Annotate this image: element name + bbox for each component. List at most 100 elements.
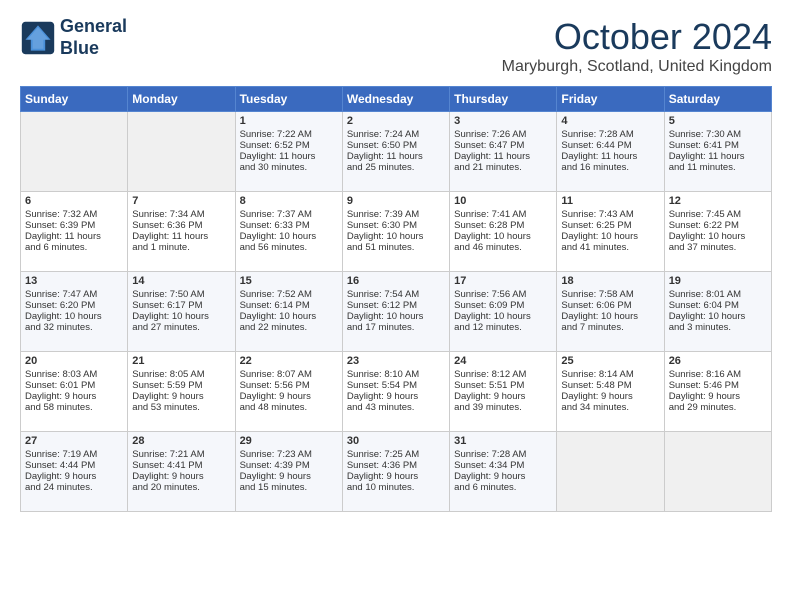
cell-info: Daylight: 9 hours bbox=[669, 391, 767, 402]
cell-info: Daylight: 11 hours bbox=[25, 231, 123, 242]
cell-info: Sunset: 4:39 PM bbox=[240, 460, 338, 471]
cell-info: Daylight: 11 hours bbox=[669, 151, 767, 162]
cell-info: Daylight: 9 hours bbox=[132, 471, 230, 482]
day-number: 9 bbox=[347, 195, 445, 207]
location: Maryburgh, Scotland, United Kingdom bbox=[502, 58, 772, 76]
cell-info: Daylight: 10 hours bbox=[240, 311, 338, 322]
cell-info: and 15 minutes. bbox=[240, 482, 338, 493]
cell-w3-d3: 23Sunrise: 8:10 AMSunset: 5:54 PMDayligh… bbox=[342, 352, 449, 432]
day-number: 15 bbox=[240, 275, 338, 287]
cell-w0-d3: 2Sunrise: 7:24 AMSunset: 6:50 PMDaylight… bbox=[342, 112, 449, 192]
cell-info: Sunrise: 7:32 AM bbox=[25, 209, 123, 220]
cell-w3-d1: 21Sunrise: 8:05 AMSunset: 5:59 PMDayligh… bbox=[128, 352, 235, 432]
cell-info: Sunset: 6:17 PM bbox=[132, 300, 230, 311]
cell-info: Sunrise: 8:01 AM bbox=[669, 289, 767, 300]
cell-w2-d4: 17Sunrise: 7:56 AMSunset: 6:09 PMDayligh… bbox=[450, 272, 557, 352]
cell-info: Daylight: 11 hours bbox=[561, 151, 659, 162]
cell-w2-d3: 16Sunrise: 7:54 AMSunset: 6:12 PMDayligh… bbox=[342, 272, 449, 352]
day-number: 22 bbox=[240, 355, 338, 367]
cell-info: Sunset: 5:56 PM bbox=[240, 380, 338, 391]
cell-info: Sunrise: 8:10 AM bbox=[347, 369, 445, 380]
cell-info: Sunset: 6:50 PM bbox=[347, 140, 445, 151]
cell-w4-d2: 29Sunrise: 7:23 AMSunset: 4:39 PMDayligh… bbox=[235, 432, 342, 512]
cell-info: Daylight: 9 hours bbox=[561, 391, 659, 402]
week-row-2: 13Sunrise: 7:47 AMSunset: 6:20 PMDayligh… bbox=[21, 272, 772, 352]
cell-info: and 6 minutes. bbox=[25, 242, 123, 253]
cell-info: Sunrise: 7:28 AM bbox=[454, 449, 552, 460]
cell-info: Sunrise: 7:37 AM bbox=[240, 209, 338, 220]
cell-info: and 29 minutes. bbox=[669, 402, 767, 413]
cell-info: Sunset: 6:09 PM bbox=[454, 300, 552, 311]
day-number: 21 bbox=[132, 355, 230, 367]
day-number: 31 bbox=[454, 435, 552, 447]
cell-info: Sunrise: 8:03 AM bbox=[25, 369, 123, 380]
cell-info: and 46 minutes. bbox=[454, 242, 552, 253]
day-number: 1 bbox=[240, 115, 338, 127]
cell-info: and 34 minutes. bbox=[561, 402, 659, 413]
week-row-1: 6Sunrise: 7:32 AMSunset: 6:39 PMDaylight… bbox=[21, 192, 772, 272]
day-number: 28 bbox=[132, 435, 230, 447]
cell-info: Sunset: 6:44 PM bbox=[561, 140, 659, 151]
cell-info: Sunset: 6:52 PM bbox=[240, 140, 338, 151]
cell-info: and 30 minutes. bbox=[240, 162, 338, 173]
cell-info: Sunrise: 7:30 AM bbox=[669, 129, 767, 140]
cell-info: and 3 minutes. bbox=[669, 322, 767, 333]
cell-info: Daylight: 9 hours bbox=[240, 391, 338, 402]
col-header-sunday: Sunday bbox=[21, 87, 128, 112]
cell-info: and 43 minutes. bbox=[347, 402, 445, 413]
cell-info: Sunrise: 7:52 AM bbox=[240, 289, 338, 300]
day-number: 6 bbox=[25, 195, 123, 207]
col-header-monday: Monday bbox=[128, 87, 235, 112]
cell-info: Daylight: 11 hours bbox=[347, 151, 445, 162]
cell-info: and 41 minutes. bbox=[561, 242, 659, 253]
logo-text: General Blue bbox=[60, 16, 127, 59]
day-number: 13 bbox=[25, 275, 123, 287]
cell-info: and 7 minutes. bbox=[561, 322, 659, 333]
cell-w4-d6 bbox=[664, 432, 771, 512]
cell-w0-d6: 5Sunrise: 7:30 AMSunset: 6:41 PMDaylight… bbox=[664, 112, 771, 192]
cell-w4-d5 bbox=[557, 432, 664, 512]
col-header-wednesday: Wednesday bbox=[342, 87, 449, 112]
cell-info: Daylight: 10 hours bbox=[132, 311, 230, 322]
cell-w2-d5: 18Sunrise: 7:58 AMSunset: 6:06 PMDayligh… bbox=[557, 272, 664, 352]
cell-info: Sunrise: 7:39 AM bbox=[347, 209, 445, 220]
cell-info: Sunrise: 7:56 AM bbox=[454, 289, 552, 300]
cell-w4-d4: 31Sunrise: 7:28 AMSunset: 4:34 PMDayligh… bbox=[450, 432, 557, 512]
cell-info: Daylight: 10 hours bbox=[347, 231, 445, 242]
cell-info: and 10 minutes. bbox=[347, 482, 445, 493]
cell-info: and 12 minutes. bbox=[454, 322, 552, 333]
cell-info: Sunrise: 7:21 AM bbox=[132, 449, 230, 460]
cell-info: Sunrise: 7:24 AM bbox=[347, 129, 445, 140]
cell-info: Sunrise: 8:07 AM bbox=[240, 369, 338, 380]
cell-info: Daylight: 9 hours bbox=[25, 391, 123, 402]
cell-info: Sunrise: 7:22 AM bbox=[240, 129, 338, 140]
cell-w0-d5: 4Sunrise: 7:28 AMSunset: 6:44 PMDaylight… bbox=[557, 112, 664, 192]
cell-w1-d3: 9Sunrise: 7:39 AMSunset: 6:30 PMDaylight… bbox=[342, 192, 449, 272]
cell-info: Sunrise: 7:54 AM bbox=[347, 289, 445, 300]
cell-info: and 24 minutes. bbox=[25, 482, 123, 493]
cell-w3-d6: 26Sunrise: 8:16 AMSunset: 5:46 PMDayligh… bbox=[664, 352, 771, 432]
day-number: 7 bbox=[132, 195, 230, 207]
col-header-friday: Friday bbox=[557, 87, 664, 112]
cell-info: Sunset: 5:48 PM bbox=[561, 380, 659, 391]
cell-w2-d1: 14Sunrise: 7:50 AMSunset: 6:17 PMDayligh… bbox=[128, 272, 235, 352]
cell-info: and 27 minutes. bbox=[132, 322, 230, 333]
cell-info: Sunset: 6:47 PM bbox=[454, 140, 552, 151]
logo-icon bbox=[20, 20, 56, 56]
calendar-table: SundayMondayTuesdayWednesdayThursdayFrid… bbox=[20, 86, 772, 512]
cell-w4-d0: 27Sunrise: 7:19 AMSunset: 4:44 PMDayligh… bbox=[21, 432, 128, 512]
cell-info: Sunrise: 7:25 AM bbox=[347, 449, 445, 460]
calendar-header: SundayMondayTuesdayWednesdayThursdayFrid… bbox=[21, 87, 772, 112]
cell-w3-d2: 22 Sunrise: 8:07 AMSunset: 5:56 PMDayligh… bbox=[235, 352, 342, 432]
cell-info: Sunset: 6:20 PM bbox=[25, 300, 123, 311]
cell-info: and 48 minutes. bbox=[240, 402, 338, 413]
cell-info: Daylight: 11 hours bbox=[132, 231, 230, 242]
cell-info: and 51 minutes. bbox=[347, 242, 445, 253]
week-row-4: 27Sunrise: 7:19 AMSunset: 4:44 PMDayligh… bbox=[21, 432, 772, 512]
cell-info: Daylight: 11 hours bbox=[240, 151, 338, 162]
cell-info: Sunset: 4:41 PM bbox=[132, 460, 230, 471]
cell-info: Sunset: 6:28 PM bbox=[454, 220, 552, 231]
cell-info: Daylight: 10 hours bbox=[561, 311, 659, 322]
cell-w2-d0: 13Sunrise: 7:47 AMSunset: 6:20 PMDayligh… bbox=[21, 272, 128, 352]
cell-info: Daylight: 10 hours bbox=[347, 311, 445, 322]
